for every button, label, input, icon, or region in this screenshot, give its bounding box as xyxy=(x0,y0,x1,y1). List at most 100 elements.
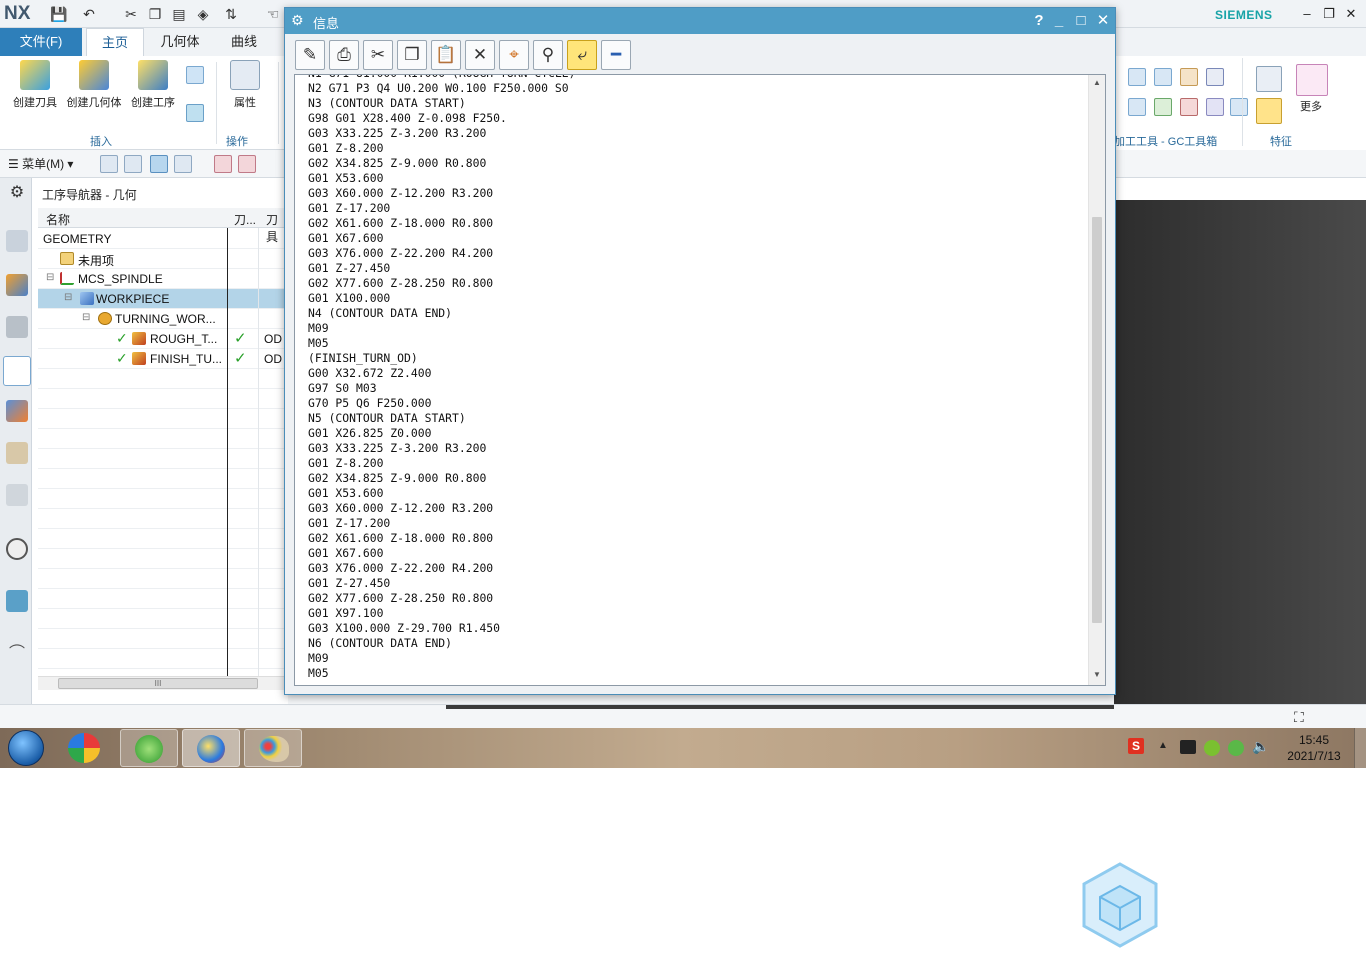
graphics-window[interactable] xyxy=(1114,200,1366,704)
gc-tool-icon[interactable] xyxy=(1128,98,1146,116)
taskbar-paint-button[interactable] xyxy=(244,729,302,767)
column-tool-change-header[interactable]: 刀... xyxy=(234,211,256,228)
tree-row-unused[interactable]: 未用项 xyxy=(38,249,288,269)
collapse-icon[interactable]: ⊟ xyxy=(46,272,54,283)
paste-icon[interactable]: ▤ xyxy=(170,5,188,23)
gc-tool-icon[interactable] xyxy=(1180,68,1198,86)
undo-icon[interactable]: ↶ xyxy=(80,5,98,23)
security-icon[interactable] xyxy=(1204,740,1220,756)
history-icon[interactable]: ︵ xyxy=(6,628,28,651)
print-icon[interactable]: ⎙ xyxy=(329,40,359,70)
tree-row-finish-turn[interactable]: ✓ FINISH_TU... ✓ OD xyxy=(38,349,288,369)
fullscreen-icon[interactable]: ⛶ xyxy=(1294,709,1304,726)
collapse-icon[interactable]: ⊟ xyxy=(82,312,90,323)
update-icon[interactable] xyxy=(1228,740,1244,756)
program-order-view-icon[interactable] xyxy=(100,155,118,173)
tree-row-geometry[interactable]: GEOMETRY xyxy=(38,229,288,249)
taskbar-app-button[interactable] xyxy=(120,729,178,767)
verify-toolpath-icon[interactable] xyxy=(238,155,256,173)
operation-navigator-icon[interactable] xyxy=(3,356,31,386)
method-view-icon[interactable] xyxy=(174,155,192,173)
cut-icon[interactable]: ✂ xyxy=(122,5,140,23)
tab-file[interactable]: 文件(F) xyxy=(0,28,82,56)
tree-row-workpiece[interactable]: ⊟ WORKPIECE xyxy=(38,289,288,309)
delete-icon[interactable]: ✕ xyxy=(465,40,495,70)
touch-mode-icon[interactable]: ☜ xyxy=(264,5,282,23)
create-operation-button[interactable]: 创建工序 xyxy=(126,60,180,110)
generate-toolpath-icon[interactable] xyxy=(214,155,232,173)
machine-view-icon[interactable] xyxy=(124,155,142,173)
start-button[interactable] xyxy=(8,730,44,766)
more-label[interactable]: 更多 xyxy=(1300,98,1322,114)
network-icon[interactable] xyxy=(1180,740,1196,754)
gc-tool-icon[interactable] xyxy=(1180,98,1198,116)
collapse-icon[interactable]: ⊟ xyxy=(64,292,72,303)
method-icon[interactable] xyxy=(186,104,204,122)
tray-clock[interactable]: 15:45 2021/7/13 xyxy=(1284,732,1344,764)
taskbar-nx-button[interactable] xyxy=(182,729,240,767)
assembly-navigator-icon[interactable] xyxy=(6,230,28,252)
restore-app-button[interactable]: ❐ xyxy=(1320,5,1338,23)
tray-expand-icon[interactable]: ▲ xyxy=(1158,740,1168,751)
gc-tool-icon[interactable] xyxy=(1154,98,1172,116)
info-text-area[interactable]: N1 G71 U1.000 R1.000 (ROUGH TURN CYCLE)N… xyxy=(294,74,1106,686)
feature-icon[interactable] xyxy=(1256,98,1282,124)
ime-icon[interactable]: S xyxy=(1128,738,1144,754)
create-geometry-button[interactable]: 创建几何体 xyxy=(64,60,124,110)
dialog-help-button[interactable]: ? xyxy=(1029,11,1049,31)
geometry-view-icon[interactable] xyxy=(150,155,168,173)
dialog-close-button[interactable]: ✕ xyxy=(1093,11,1113,31)
reuse-library-icon[interactable] xyxy=(6,442,28,464)
feature-icon[interactable] xyxy=(1256,66,1282,92)
cut-icon[interactable]: ✂ xyxy=(363,40,393,70)
gc-tool-icon[interactable] xyxy=(1206,98,1224,116)
paste-icon[interactable]: 📋 xyxy=(431,40,461,70)
tab-geometry[interactable]: 几何体 xyxy=(150,28,210,56)
navigator-horizontal-scrollbar[interactable]: III xyxy=(38,676,288,690)
machine-navigator-icon[interactable] xyxy=(6,400,28,422)
menu-button[interactable]: ☰ 菜单(M) ▾ xyxy=(8,155,73,172)
app-launcher-icon[interactable] xyxy=(68,733,100,763)
duplicate-icon[interactable]: ◈ xyxy=(194,5,212,23)
tree-row-turning-workpiece[interactable]: ⊟ TURNING_WOR... xyxy=(38,309,288,329)
gc-tool-icon[interactable] xyxy=(1206,68,1224,86)
tab-curve[interactable]: 曲线 xyxy=(214,28,274,56)
tab-home[interactable]: 主页 xyxy=(86,28,144,56)
gc-tool-icon[interactable] xyxy=(1230,98,1248,116)
info-vertical-scrollbar[interactable]: ▲ ▼ xyxy=(1088,75,1105,685)
gc-tool-icon[interactable] xyxy=(1154,68,1172,86)
copy-icon[interactable]: ❐ xyxy=(146,5,164,23)
scroll-thumb[interactable]: III xyxy=(58,678,258,689)
locate-icon[interactable]: ⌖ xyxy=(499,40,529,70)
volume-icon[interactable]: 🔈 xyxy=(1252,738,1269,755)
collapse-icon[interactable]: ━ xyxy=(601,40,631,70)
close-app-button[interactable]: ✕ xyxy=(1342,5,1360,23)
wrap-icon[interactable]: ⤶ xyxy=(567,40,597,70)
copy-icon[interactable]: ❐ xyxy=(397,40,427,70)
properties-button[interactable]: 属性 xyxy=(222,60,268,110)
constraint-navigator-icon[interactable] xyxy=(6,316,28,338)
scroll-up-icon[interactable]: ▲ xyxy=(1091,77,1103,89)
show-desktop-button[interactable] xyxy=(1354,728,1366,768)
part-navigator-icon[interactable] xyxy=(6,274,28,296)
program-icon[interactable] xyxy=(186,66,204,84)
dialog-minimize-button[interactable]: _ xyxy=(1049,11,1069,31)
tree-row-mcs-spindle[interactable]: ⊟ MCS_SPINDLE xyxy=(38,269,288,289)
web-browser-icon[interactable] xyxy=(6,590,28,612)
dialog-title-bar[interactable]: ⚙ 信息 ? _ □ ✕ xyxy=(285,8,1115,34)
column-name-header[interactable]: 名称 xyxy=(46,211,70,228)
tree-row-rough-turn[interactable]: ✓ ROUGH_T... ✓ OD xyxy=(38,329,288,349)
save-icon[interactable]: 💾 xyxy=(50,5,68,23)
save-icon[interactable]: ✎ xyxy=(295,40,325,70)
dialog-gear-icon[interactable]: ⚙ xyxy=(291,12,304,29)
minimize-app-button[interactable]: – xyxy=(1298,5,1316,23)
switch-window-icon[interactable]: ⇅ xyxy=(222,5,240,23)
settings-gear-icon[interactable]: ⚙ xyxy=(6,182,28,204)
create-tool-button[interactable]: 创建刀具 xyxy=(8,60,62,110)
scroll-down-icon[interactable]: ▼ xyxy=(1091,669,1103,681)
dialog-maximize-button[interactable]: □ xyxy=(1071,11,1091,31)
find-icon[interactable]: ⚲ xyxy=(533,40,563,70)
gc-tool-icon[interactable] xyxy=(1128,68,1146,86)
scroll-thumb[interactable] xyxy=(1092,217,1102,623)
info-icon[interactable] xyxy=(6,538,28,560)
